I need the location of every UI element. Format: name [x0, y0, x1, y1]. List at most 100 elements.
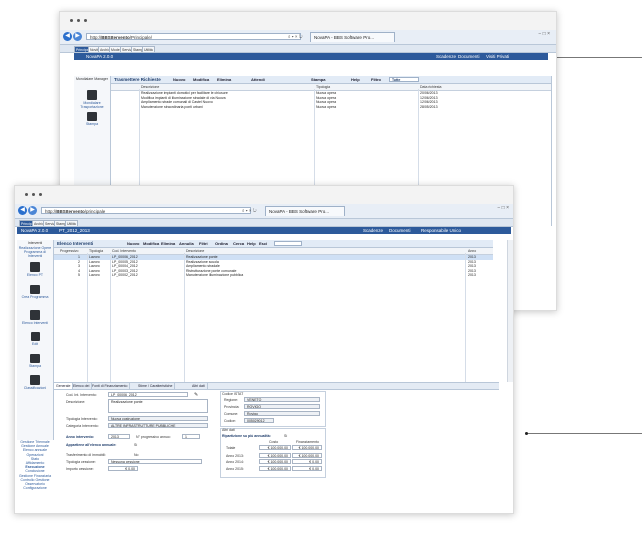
- grid-divider: [465, 253, 466, 382]
- col-header[interactable]: Descrizione: [186, 248, 204, 254]
- toolbar-stampa[interactable]: Stampa: [311, 76, 325, 83]
- desc-field[interactable]: Realizzazione ponte: [108, 399, 208, 413]
- header-link-scadenze[interactable]: Scadenze: [363, 227, 383, 234]
- forward-icon[interactable]: ▶: [73, 32, 82, 41]
- toolbar-modifica[interactable]: Modifica: [193, 76, 209, 83]
- col-header[interactable]: Descrizione: [141, 84, 159, 90]
- filter-select[interactable]: Tutte: [389, 77, 419, 82]
- table-row[interactable]: 5 Lavoro LP_00002_2012 Manutenzione illu…: [54, 273, 493, 278]
- filter-select[interactable]: [274, 241, 302, 246]
- toolbar-esci[interactable]: Esci: [259, 240, 267, 247]
- toolbar-cerca[interactable]: Cerca: [233, 240, 244, 247]
- browser-tab[interactable]: NovaPA - BBS Software Pro...: [265, 206, 345, 216]
- anno1-costo[interactable]: € 100.000,00: [259, 453, 291, 458]
- col-header[interactable]: Data richiesta: [420, 84, 441, 90]
- sidebar-tool-trasportazione[interactable]: Mondialare Trasportazione: [74, 90, 110, 109]
- form-tab-fonti[interactable]: Fonti di Finanziamento: [90, 383, 131, 389]
- toolbar-nuovo[interactable]: Nuovo: [173, 76, 185, 83]
- toolbar-help[interactable]: Help: [247, 240, 256, 247]
- toolbar-filtri[interactable]: Filtri: [199, 240, 208, 247]
- importo-field[interactable]: € 0,00: [108, 466, 138, 471]
- toolbar-nuovo[interactable]: Nuovo: [127, 240, 139, 247]
- back-icon[interactable]: ◀: [63, 32, 72, 41]
- col-header[interactable]: Tipologia: [316, 84, 330, 90]
- toolbar-annulla[interactable]: Annulla: [179, 240, 194, 247]
- col-header[interactable]: Tipologia: [89, 248, 103, 254]
- col-header[interactable]: Anno: [468, 248, 476, 254]
- address-controls[interactable]: ⌕ ▾ × ↻: [242, 207, 257, 215]
- anno1-finanziamento[interactable]: € 100.000,00: [292, 453, 322, 458]
- browser-window-front: ◀ ▶ http://BBSItervento/principale ⌕ ▾ ×…: [14, 185, 514, 514]
- regione-field[interactable]: VENETO: [244, 397, 320, 402]
- anno3-finanziamento[interactable]: € 0,00: [292, 466, 322, 471]
- ripartizione-radio[interactable]: Sì: [284, 434, 287, 438]
- header-link-documenti[interactable]: Documenti: [389, 227, 411, 234]
- address-bar[interactable]: http://BBSItervento/principale: [41, 207, 251, 214]
- sidebar-tool-label: Classificazioni: [23, 386, 47, 390]
- totale-costo[interactable]: € 100.000,00: [259, 445, 291, 450]
- sidebar-tool-elenco-interventi[interactable]: Elenco Interventi: [17, 310, 53, 325]
- browser-tab[interactable]: NovaPA - BBS Software Pro...: [310, 32, 395, 42]
- header-link-visiti[interactable]: Visiti Privati: [486, 53, 509, 60]
- sidebar-tool-stampa[interactable]: Stampa: [74, 112, 110, 126]
- col-header[interactable]: Progressivo: [60, 248, 78, 254]
- window-dots: [25, 193, 42, 196]
- grid-scrollbar[interactable]: [507, 240, 513, 382]
- header-link-scadenze[interactable]: Scadenze: [436, 53, 456, 60]
- col-costo: Costo: [269, 440, 279, 444]
- comune-field[interactable]: Rovigo: [244, 411, 320, 416]
- app-tab-utilita[interactable]: Utilità: [65, 220, 78, 226]
- back-icon[interactable]: ◀: [18, 206, 27, 215]
- address-host-bold: BBSItervento: [101, 35, 130, 40]
- forward-icon[interactable]: ▶: [28, 206, 37, 215]
- cell-desc: Manutenzione straordinaria ponti urbani: [141, 104, 203, 109]
- form-tab-stime[interactable]: Stime / Caratteristiche: [136, 383, 176, 389]
- prog-field[interactable]: 1: [182, 434, 200, 439]
- address-path: /principale: [84, 209, 106, 214]
- categoria-field[interactable]: ALTRE INFRASTRUTTURE PUBBLICHE: [108, 423, 208, 428]
- toolbar-elimina[interactable]: Elimina: [161, 240, 175, 247]
- sidebar-tool-edit[interactable]: Edit: [17, 332, 53, 346]
- address-controls[interactable]: ⌕ ▾ × ↻: [288, 33, 303, 41]
- toolbar-modifica[interactable]: Modifica: [143, 240, 159, 247]
- header-link-responsabile[interactable]: Responsabile Unico: [421, 227, 461, 234]
- sidebar-tool-label: Mondialare Trasportazione: [80, 101, 104, 109]
- toolbar-attendi[interactable]: Attendi: [251, 76, 265, 83]
- trasferimento-radio[interactable]: No: [134, 453, 138, 457]
- sidebar-tool-stampa[interactable]: Stampa: [17, 354, 53, 368]
- table-row[interactable]: Manutenzione straordinaria ponti urbani …: [111, 105, 551, 110]
- anno2-finanziamento[interactable]: € 0,00: [292, 459, 322, 464]
- codice-field[interactable]: 005029012: [244, 418, 274, 423]
- cod-field[interactable]: LP_00006_2012: [108, 392, 188, 397]
- window-controls[interactable]: − □ ×: [497, 205, 509, 211]
- edit-icon[interactable]: ✎: [194, 392, 198, 398]
- callout-dot-bottom: [525, 432, 528, 435]
- totale-finanziamento[interactable]: € 100.000,00: [292, 445, 322, 450]
- sidebar-tool-elenco-pt[interactable]: Elenco PT: [17, 262, 53, 277]
- tipologia-cessione-select[interactable]: Nessuna cessione: [108, 459, 202, 464]
- toolbar-elimina[interactable]: Elimina: [217, 76, 231, 83]
- sidebar-tool-classificazioni[interactable]: Classificazioni: [17, 375, 53, 390]
- anno3-costo[interactable]: € 100.000,00: [259, 466, 291, 471]
- sidebar-link[interactable]: Configurazione: [17, 486, 53, 490]
- app-tab-utilita[interactable]: Utilità: [142, 46, 155, 52]
- header-link-documenti[interactable]: Documenti: [458, 53, 480, 60]
- col-header[interactable]: Cod. Intervento: [112, 248, 136, 254]
- toolbar-help[interactable]: Help: [351, 76, 360, 83]
- tipologia-field[interactable]: Nuova costruzione: [108, 416, 208, 421]
- address-bar[interactable]: http://BBSItervento/Principale/: [86, 33, 301, 40]
- toolbar-ordina[interactable]: Ordina: [215, 240, 228, 247]
- app-ribbon-tabs: Principale Novità Archivi Modelli Serviz…: [60, 45, 556, 53]
- form-tab-altri[interactable]: Altri dati: [190, 383, 208, 389]
- sidebar-tool-crea-programma[interactable]: Crea Programma: [17, 285, 53, 299]
- window-controls[interactable]: − □ ×: [538, 31, 550, 37]
- grid-header: Progressivo Tipologia Cod. Intervento De…: [54, 248, 493, 255]
- edit-icon: [30, 332, 40, 341]
- sidebar-item-programma[interactable]: Programma di Interventi: [17, 250, 53, 258]
- appartiene-radio[interactable]: Sì: [134, 443, 137, 447]
- provincia-label: Provincia:: [224, 405, 240, 409]
- toolbar-filtro[interactable]: Filtro: [371, 76, 381, 83]
- provincia-field[interactable]: ROVIGO: [244, 404, 320, 409]
- anno2-costo[interactable]: € 100.000,00: [259, 459, 291, 464]
- anno-field[interactable]: 2013: [108, 434, 130, 439]
